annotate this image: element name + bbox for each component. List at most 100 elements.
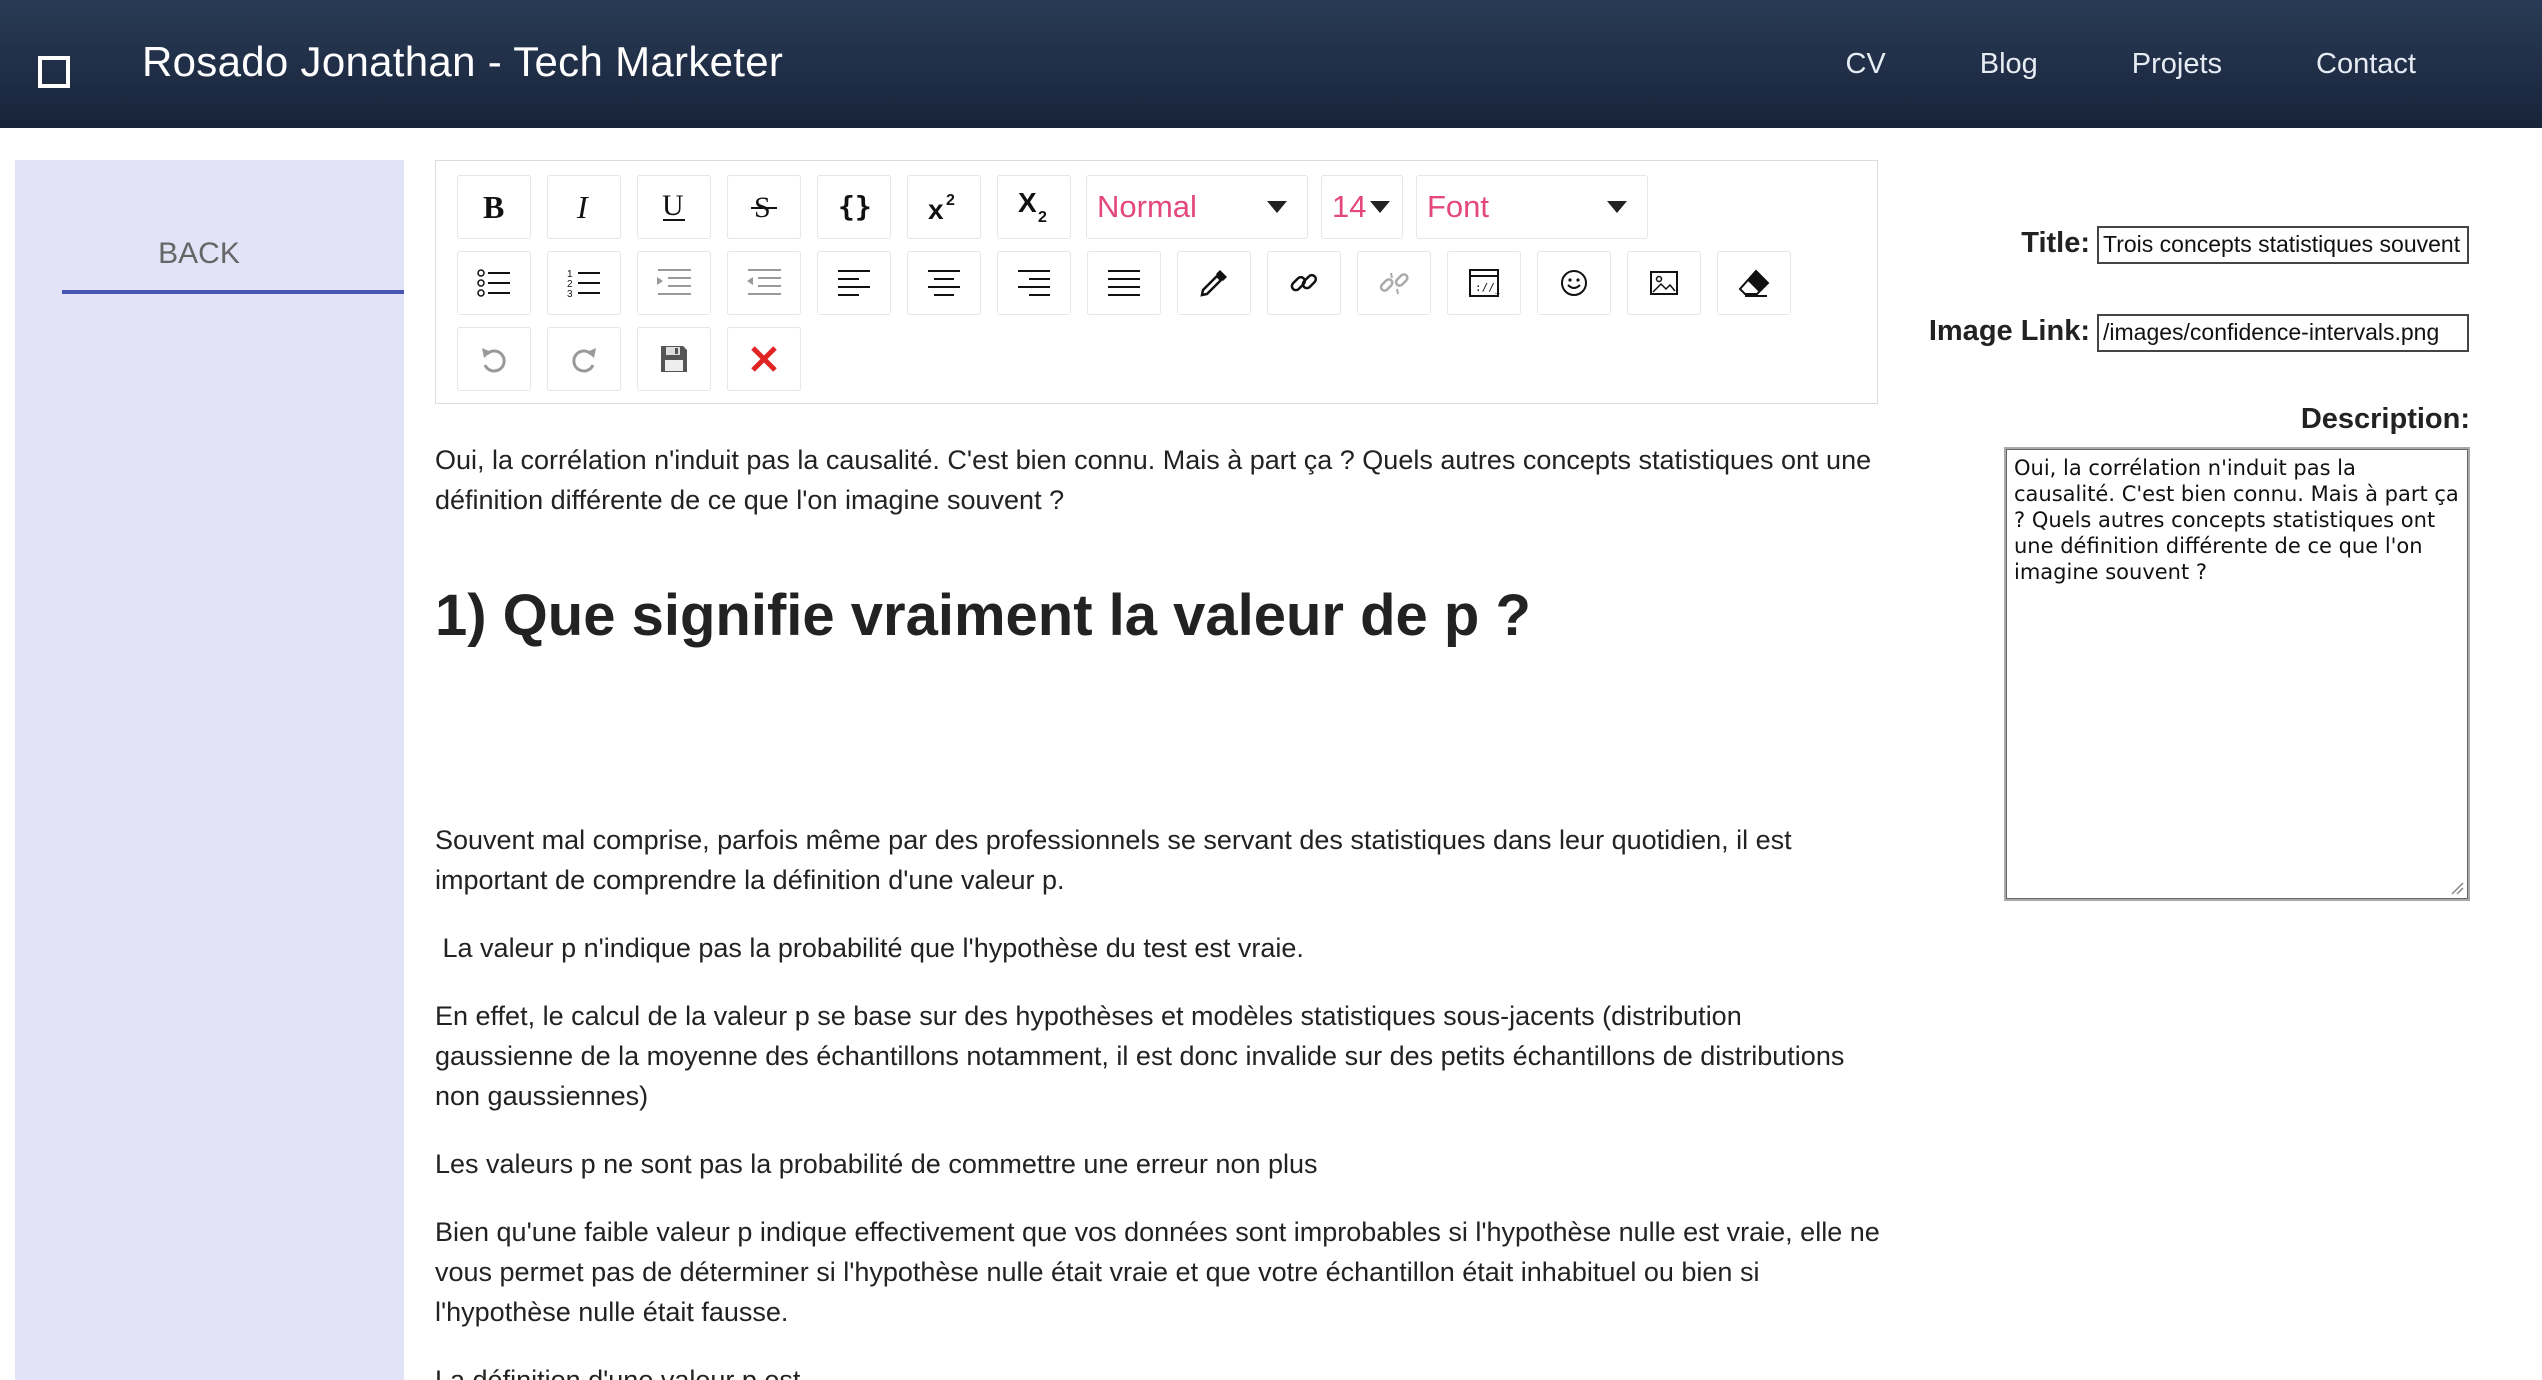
- underline-icon: U: [662, 191, 685, 222]
- svg-text:I: I: [576, 192, 589, 222]
- align-left-button[interactable]: [817, 251, 891, 315]
- save-icon: [661, 346, 687, 372]
- description-label: Description:: [2300, 403, 2470, 435]
- sidebar: BACK: [15, 160, 404, 1380]
- svg-text:3: 3: [567, 289, 573, 298]
- description-text: Oui, la corrélation n'induit pas la caus…: [2014, 456, 2459, 584]
- superscript-icon: x2: [928, 192, 955, 223]
- emoji-button[interactable]: [1537, 251, 1611, 315]
- svg-text:U: U: [662, 191, 684, 222]
- editor-paragraph: La valeur p n'indique pas la probabilité…: [435, 933, 1304, 963]
- image-link-label: Image Link:: [1928, 315, 2090, 347]
- font-size-value: 14: [1332, 189, 1367, 224]
- redo-button[interactable]: [547, 327, 621, 391]
- svg-text:x: x: [928, 194, 944, 223]
- title-input[interactable]: Trois concepts statistiques souvent: [2097, 226, 2469, 264]
- font-family-value: Font: [1427, 189, 1490, 224]
- align-center-button[interactable]: [907, 251, 981, 315]
- nav-link-contact[interactable]: Contact: [2316, 48, 2416, 81]
- editor-paragraph: Oui, la corrélation n'induit pas la caus…: [435, 445, 1872, 515]
- editor-content[interactable]: Oui, la corrélation n'induit pas la caus…: [435, 440, 1880, 1380]
- svg-text:2: 2: [1038, 209, 1047, 224]
- svg-text:://_: ://_: [1475, 281, 1500, 294]
- block-type-value: Normal: [1097, 189, 1197, 224]
- editor-paragraph: Les valeurs p ne sont pas la probabilité…: [435, 1149, 1318, 1179]
- font-family-select[interactable]: Font: [1416, 175, 1648, 239]
- svg-text:2: 2: [946, 192, 955, 209]
- code-block-button[interactable]: {}: [817, 175, 891, 239]
- outdent-icon: [747, 269, 781, 295]
- italic-icon: I: [576, 192, 589, 222]
- nav-link-blog[interactable]: Blog: [1980, 48, 2038, 81]
- align-center-icon: [928, 270, 960, 296]
- align-justify-icon: [1108, 270, 1140, 296]
- align-left-icon: [838, 270, 870, 296]
- nav-links: CV Blog Projets Contact: [1845, 0, 2542, 128]
- outdent-button[interactable]: [727, 251, 801, 315]
- font-size-select[interactable]: 14: [1321, 175, 1403, 239]
- back-button[interactable]: BACK: [62, 226, 404, 294]
- align-justify-button[interactable]: [1087, 251, 1161, 315]
- link-button[interactable]: [1267, 251, 1341, 315]
- editor-toolbar: B I U S {} x2 X2 Normal 14 Font 123://_: [435, 160, 1878, 404]
- unordered-list-icon: [477, 269, 510, 297]
- subscript-button[interactable]: X2: [997, 175, 1071, 239]
- resize-grip-icon[interactable]: [2450, 881, 2464, 895]
- svg-text:X: X: [1018, 190, 1037, 218]
- nav-link-projets[interactable]: Projets: [2132, 48, 2222, 81]
- unordered-list-button[interactable]: [457, 251, 531, 315]
- editor-paragraph: Souvent mal comprise, parfois même par d…: [435, 825, 1792, 895]
- eraser-button[interactable]: [1717, 251, 1791, 315]
- block-type-select[interactable]: Normal: [1086, 175, 1308, 239]
- editor-heading: 1) Que signifie vraiment la valeur de p …: [435, 583, 1531, 648]
- site-brand[interactable]: Rosado Jonathan - Tech Marketer: [142, 38, 783, 86]
- svg-text:B: B: [483, 192, 504, 222]
- color-picker-icon: [1200, 270, 1227, 297]
- superscript-button[interactable]: x2: [907, 175, 981, 239]
- align-right-icon: [1018, 270, 1050, 296]
- ordered-list-button[interactable]: 123: [547, 251, 621, 315]
- strikethrough-button[interactable]: S: [727, 175, 801, 239]
- editor-blank-line: [435, 651, 1880, 820]
- indent-button[interactable]: [637, 251, 711, 315]
- emoji-icon: [1561, 270, 1587, 296]
- chevron-down-icon: [1607, 201, 1627, 213]
- description-textarea[interactable]: Oui, la corrélation n'induit pas la caus…: [2004, 447, 2470, 901]
- bold-icon: B: [483, 192, 504, 222]
- unlink-icon: [1379, 272, 1409, 295]
- ordered-list-icon: 123: [567, 269, 600, 298]
- image-icon: [1650, 271, 1678, 295]
- unlink-button[interactable]: [1357, 251, 1431, 315]
- back-button-label: BACK: [158, 237, 240, 270]
- top-navbar: Rosado Jonathan - Tech Marketer CV Blog …: [0, 0, 2542, 128]
- eraser-icon: [1738, 269, 1770, 297]
- subscript-icon: X2: [1018, 190, 1047, 224]
- editor-paragraph: La définition d'une valeur p est: [435, 1365, 801, 1380]
- code-block-icon: {}: [838, 192, 871, 222]
- nav-link-cv[interactable]: CV: [1845, 48, 1885, 81]
- embed-button[interactable]: ://_: [1447, 251, 1521, 315]
- save-button[interactable]: [637, 327, 711, 391]
- indent-icon: [657, 269, 691, 295]
- image-button[interactable]: [1627, 251, 1701, 315]
- menu-toggle-icon[interactable]: [38, 56, 70, 88]
- redo-icon: [572, 348, 596, 373]
- close-button[interactable]: [727, 327, 801, 391]
- underline-button[interactable]: U: [637, 175, 711, 239]
- embed-icon: ://_: [1469, 269, 1500, 297]
- image-link-input[interactable]: /images/confidence-intervals.png: [2097, 314, 2469, 352]
- strikethrough-icon: S: [751, 191, 777, 223]
- chevron-down-icon: [1267, 201, 1287, 213]
- editor-paragraph: En effet, le calcul de la valeur p se ba…: [435, 1001, 1845, 1111]
- bold-button[interactable]: B: [457, 175, 531, 239]
- link-icon: [1290, 273, 1318, 292]
- close-icon: [751, 346, 777, 372]
- chevron-down-icon: [1370, 201, 1390, 213]
- undo-icon: [482, 348, 506, 373]
- align-right-button[interactable]: [997, 251, 1071, 315]
- italic-button[interactable]: I: [547, 175, 621, 239]
- color-picker-button[interactable]: [1177, 251, 1251, 315]
- svg-text:{}: {}: [838, 192, 871, 222]
- undo-button[interactable]: [457, 327, 531, 391]
- editor-paragraph: Bien qu'une faible valeur p indique effe…: [435, 1217, 1880, 1327]
